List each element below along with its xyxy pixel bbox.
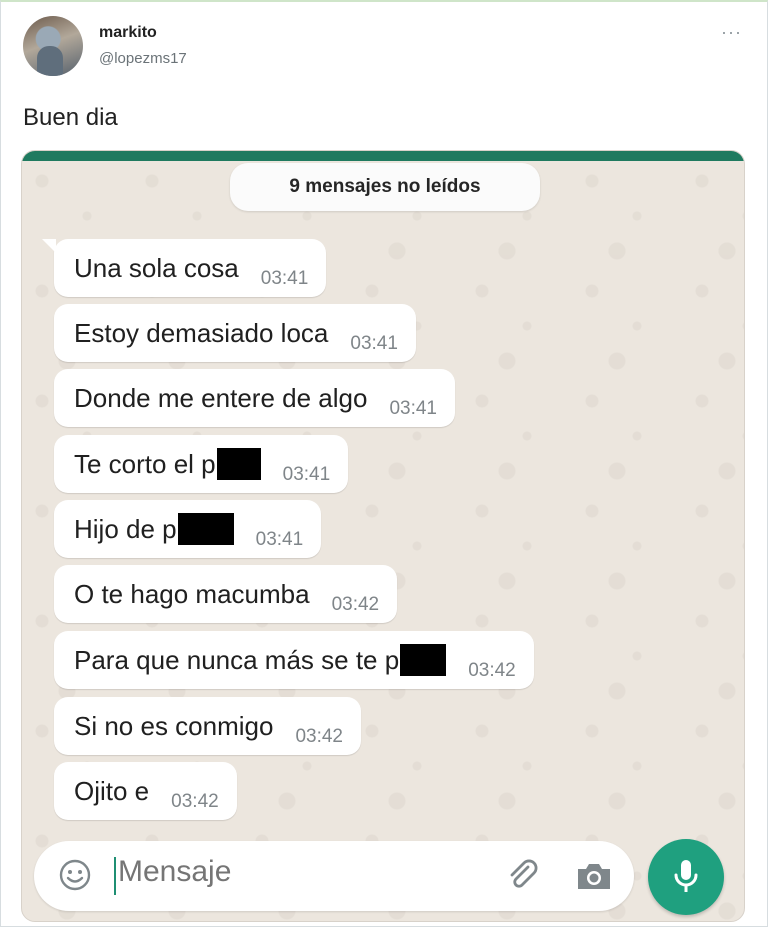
more-options-icon[interactable]: ··· [721,22,742,43]
message-time: 03:42 [295,726,343,747]
avatar[interactable] [23,16,83,76]
microphone-icon [674,860,698,892]
user-name[interactable]: markito [99,24,157,42]
message-time: 03:42 [331,594,380,615]
message-text: Donde me entere de algo [74,382,368,413]
message-input[interactable] [118,855,418,889]
message-text: Ojito e [74,775,150,806]
chat-screenshot: 9 mensajes no leídos Una sola cosa 03:41… [21,150,745,922]
message-time: 03:42 [468,660,516,681]
message-bubble[interactable]: Ojito e 03:42 [54,762,237,820]
message-time: 03:41 [282,464,331,485]
redaction-block [177,513,234,545]
message-bubble[interactable]: Donde me entere de algo 03:41 [54,369,455,427]
unread-banner: 9 mensajes no leídos [230,163,540,211]
redaction-block [400,644,447,676]
message-time: 03:41 [255,529,304,550]
message-time: 03:41 [260,268,309,289]
message-bubble[interactable]: Te corto el p 03:41 [54,435,349,493]
tweet-text: Buen dia [23,104,118,131]
message-input-bar [34,841,634,911]
message-text: Una sola cosa [74,252,239,283]
message-bubble[interactable]: O te hago macumba 03:42 [54,565,398,623]
message-bubble[interactable]: Para que nunca más se te p 03:42 [54,631,534,689]
message-bubble[interactable]: Una sola cosa 03:41 [41,239,327,297]
paperclip-icon[interactable] [504,857,540,893]
chat-header-bar [22,151,744,161]
message-time: 03:42 [171,791,219,812]
message-bubble[interactable]: Hijo de p 03:41 [54,500,322,558]
emoji-icon[interactable] [58,858,92,892]
message-text: Si no es conmigo [74,710,274,741]
message-text: Estoy demasiado loca [74,317,329,348]
user-handle[interactable]: @lopezms17 [99,50,187,67]
message-bubble[interactable]: Estoy demasiado loca 03:41 [54,304,416,362]
message-time: 03:41 [389,398,437,419]
message-text: O te hago macumba [74,578,310,609]
tweet-card: markito @lopezms17 ··· Buen dia 9 mensaj… [0,0,768,927]
message-text: Para que nunca más se te p [74,644,400,675]
redaction-block [216,448,261,480]
microphone-button[interactable] [648,839,724,915]
message-time: 03:41 [350,333,398,354]
camera-icon[interactable] [574,859,614,893]
text-cursor [114,857,116,895]
message-text: Hijo de p [74,513,177,544]
message-text: Te corto el p [74,448,216,479]
message-bubble[interactable]: Si no es conmigo 03:42 [54,697,361,755]
